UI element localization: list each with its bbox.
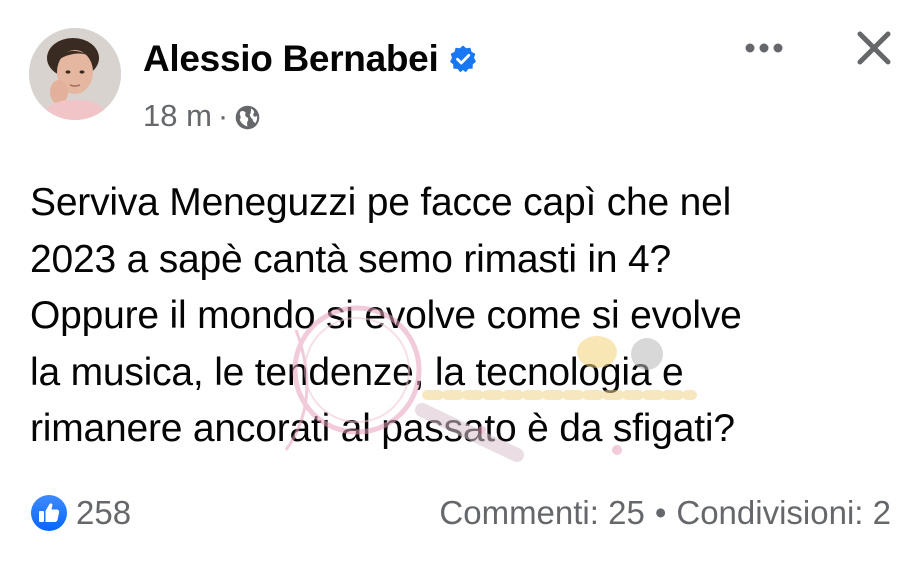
post-meta: 18 m · [143,96,261,136]
post-stats: Commenti: 25 • Condivisioni: 2 [439,494,891,532]
reaction-count: 258 [76,494,132,531]
more-horizontal-icon [745,43,783,53]
post-timestamp[interactable]: 18 m [143,98,212,134]
shares-count[interactable]: Condivisioni: 2 [676,494,891,532]
like-icon [30,494,68,532]
meta-separator: · [217,98,229,133]
close-button[interactable] [850,24,898,72]
avatar-image [29,28,121,120]
post-body-text: Serviva Meneguzzi pe facce capì che nel … [30,181,742,450]
author-name[interactable]: Alessio Bernabei [143,38,439,80]
verified-badge-icon [448,44,478,74]
comments-count[interactable]: Commenti: 25 [439,494,644,532]
reactions-summary[interactable]: 258 [30,494,131,532]
close-icon [857,31,891,65]
facebook-post: Alessio Bernabei 18 m · Serviva Meneguzz… [0,0,921,563]
globe-icon[interactable] [234,103,261,130]
post-header-author: Alessio Bernabei [143,34,478,84]
stats-separator: • [654,494,667,531]
more-options-button[interactable] [740,30,788,66]
post-footer: 258 Commenti: 25 • Condivisioni: 2 [0,488,921,538]
author-avatar[interactable] [29,28,121,120]
